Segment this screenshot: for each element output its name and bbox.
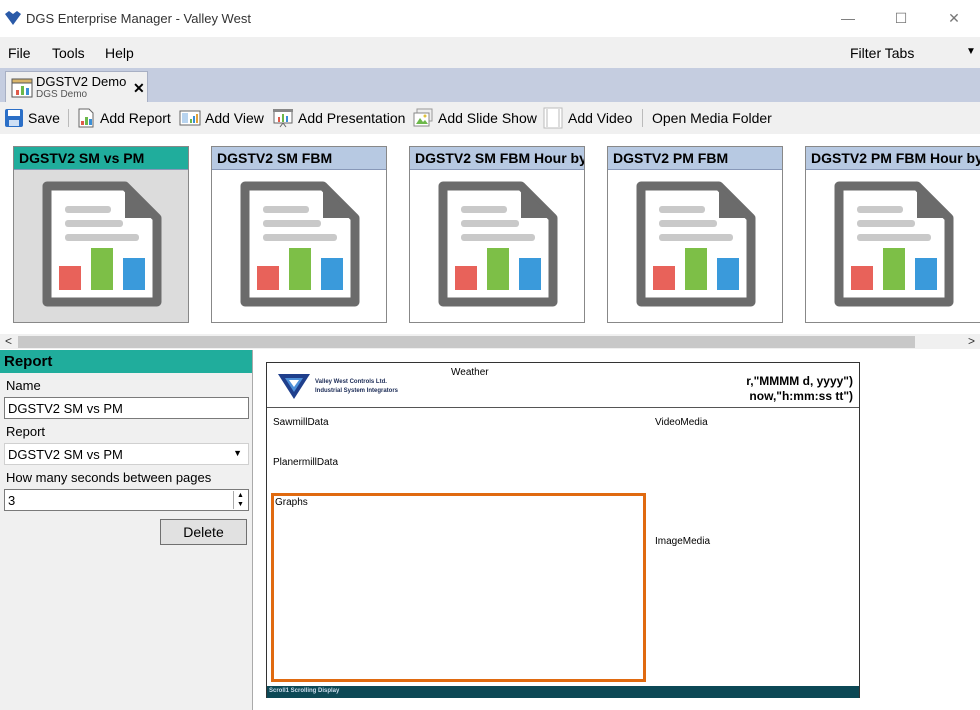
add-presentation-button[interactable]: Add Presentation: [272, 106, 405, 130]
title-bar: DGS Enterprise Manager - Valley West — ☐…: [0, 0, 980, 37]
company-line-2: Industrial System Integrators: [315, 388, 399, 394]
thumbnail-card[interactable]: DGSTV2 PM FBM: [607, 146, 783, 323]
tab-title: DGSTV2 Demo: [36, 74, 127, 89]
menu-help[interactable]: Help: [105, 45, 134, 61]
scrollbar-thumb[interactable]: [18, 336, 915, 348]
menu-file[interactable]: File: [8, 45, 31, 61]
graphs-label: Graphs: [275, 497, 308, 508]
thumbnail-title: DGSTV2 SM vs PM: [14, 147, 188, 170]
date-format: r,"MMMM d, yyyy"): [746, 374, 853, 388]
toolbar-divider: [642, 109, 643, 127]
save-label: Save: [28, 110, 60, 126]
tab-dgstv2-demo[interactable]: DGSTV2 Demo DGS Demo ✕: [5, 71, 148, 102]
add-report-label: Add Report: [100, 110, 171, 126]
add-presentation-label: Add Presentation: [298, 110, 406, 126]
seconds-label: How many seconds between pages: [6, 470, 212, 485]
scroll-left-icon[interactable]: <: [5, 334, 12, 348]
close-tab-icon[interactable]: ✕: [133, 80, 145, 97]
add-slide-show-button[interactable]: Add Slide Show: [412, 106, 537, 130]
delete-button[interactable]: Delete: [160, 519, 247, 545]
view-icon: [179, 110, 201, 126]
thumbnail-scrollbar[interactable]: < >: [0, 334, 980, 349]
open-media-folder-label: Open Media Folder: [652, 110, 772, 126]
image-media-region: ImageMedia: [655, 536, 711, 547]
report-document-icon: [42, 181, 162, 307]
maximize-button[interactable]: ☐: [878, 4, 924, 32]
thumbnail-title: DGSTV2 SM FBM Hour by: [410, 147, 584, 170]
thumbnail-card[interactable]: DGSTV2 SM FBM Hour by: [409, 146, 585, 323]
menu-tools[interactable]: Tools: [52, 45, 85, 61]
add-video-label: Add Video: [568, 110, 633, 126]
company-line-1: Valley West Controls Ltd.: [315, 379, 387, 385]
document-tab-strip: DGSTV2 Demo DGS Demo ✕: [0, 68, 980, 102]
date-time-region: r,"MMMM d, yyyy") now,"h:mm:ss tt"): [746, 374, 853, 404]
window-title: DGS Enterprise Manager - Valley West: [26, 11, 251, 26]
report-document-icon: [438, 181, 558, 307]
report-select[interactable]: DGSTV2 SM vs PM ▼: [4, 443, 249, 465]
time-format: now,"h:mm:ss tt"): [749, 389, 853, 403]
scrolling-display-region: Scroll1 Scrolling Display: [267, 686, 859, 698]
report-document-icon: [834, 181, 954, 307]
thumbnail-title: DGSTV2 PM FBM: [608, 147, 782, 170]
report-icon: [78, 108, 94, 128]
report-document-icon: [636, 181, 756, 307]
name-label: Name: [6, 378, 41, 393]
thumbnail-card[interactable]: DGSTV2 SM FBM: [211, 146, 387, 323]
tab-subtitle: DGS Demo: [36, 89, 88, 100]
presentation-icon: [11, 78, 33, 98]
company-name: Valley West Controls Ltd. Industrial Sys…: [315, 378, 398, 396]
add-report-button[interactable]: Add Report: [76, 106, 171, 130]
panel-header: Report: [0, 350, 252, 373]
close-window-button[interactable]: ✕: [931, 4, 977, 32]
report-document-icon: [240, 181, 360, 307]
preview-header: Valley West Controls Ltd. Industrial Sys…: [267, 363, 859, 408]
chevron-down-icon[interactable]: ▼: [233, 448, 242, 458]
toolbar: Save Add Report Add View Add Presentatio…: [0, 102, 980, 134]
report-layout-preview: Valley West Controls Ltd. Industrial Sys…: [266, 362, 860, 698]
seconds-value: 3: [8, 493, 16, 508]
scroll-right-icon[interactable]: >: [968, 334, 975, 348]
stepper-arrows-icon[interactable]: ▲ ▼: [233, 491, 247, 509]
add-video-button[interactable]: Add Video: [542, 106, 632, 130]
thumbnail-card[interactable]: DGSTV2 SM vs PM: [13, 146, 189, 323]
open-media-folder-button[interactable]: Open Media Folder: [652, 106, 772, 130]
chevron-down-icon[interactable]: ▼: [966, 46, 976, 57]
report-label: Report: [6, 424, 46, 439]
filter-tabs-dropdown[interactable]: Filter Tabs: [850, 45, 914, 61]
add-view-button[interactable]: Add View: [179, 106, 264, 130]
weather-region: Weather: [451, 367, 489, 378]
thumbnail-title: DGSTV2 SM FBM: [212, 147, 386, 170]
save-button[interactable]: Save: [4, 106, 60, 130]
graphs-region[interactable]: Graphs: [271, 493, 646, 682]
add-view-label: Add View: [205, 110, 264, 126]
seconds-stepper[interactable]: 3 ▲ ▼: [4, 489, 249, 511]
video-media-region: VideoMedia: [655, 417, 708, 428]
menu-bar: File Tools Help Filter Tabs ▼: [0, 37, 980, 68]
sawmill-data-region: SawmillData: [273, 417, 329, 428]
report-select-value: DGSTV2 SM vs PM: [8, 447, 123, 462]
thumbnail-title: DGSTV2 PM FBM Hour by: [806, 147, 980, 170]
name-field[interactable]: DGSTV2 SM vs PM: [4, 397, 249, 419]
minimize-button[interactable]: —: [825, 4, 871, 32]
presentation-icon: [273, 109, 293, 128]
report-properties-panel: Report Name DGSTV2 SM vs PM Report DGSTV…: [0, 350, 253, 710]
company-logo-icon: [278, 374, 310, 399]
add-slide-show-label: Add Slide Show: [438, 110, 537, 126]
app-logo-icon: [5, 11, 21, 25]
toolbar-divider: [68, 109, 69, 127]
planermill-data-region: PlanermillData: [273, 457, 339, 468]
save-icon: [5, 109, 23, 127]
thumbnail-card[interactable]: DGSTV2 PM FBM Hour by: [805, 146, 980, 323]
report-thumbnail-strip: DGSTV2 SM vs PM DGSTV2 SM FBM DGSTV2 SM …: [0, 134, 980, 334]
slide-show-icon: [413, 108, 433, 127]
video-icon: [543, 107, 563, 129]
